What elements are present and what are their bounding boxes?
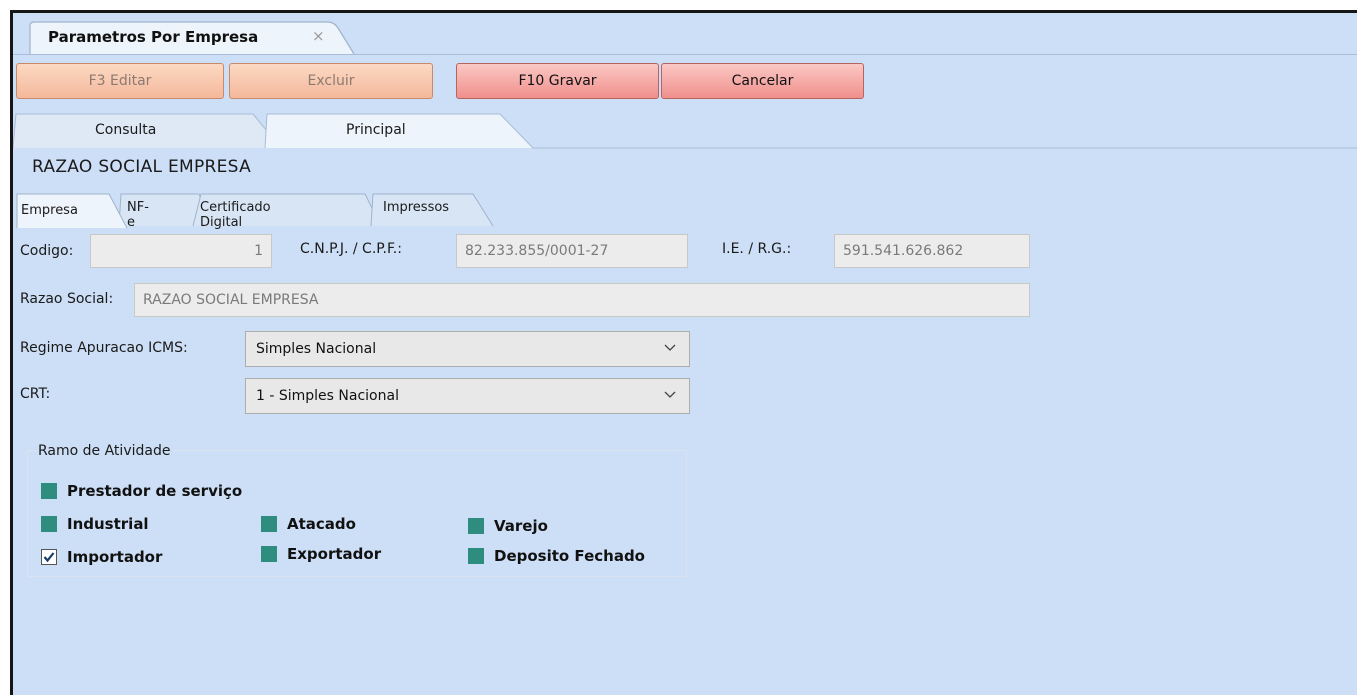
checkbox-label: Industrial <box>67 515 149 533</box>
delete-button[interactable]: Excluir <box>229 63 433 99</box>
toolbar-divider <box>13 54 1357 55</box>
cnpj-label: C.N.P.J. / C.P.F.: <box>300 241 402 257</box>
checkbox-box[interactable] <box>41 516 57 532</box>
chevron-down-icon <box>664 344 676 351</box>
ie-field[interactable]: 591.541.626.862 <box>834 234 1030 268</box>
checkbox-label: Deposito Fechado <box>494 547 645 565</box>
crt-select-value: 1 - Simples Nacional <box>256 388 399 404</box>
checkbox-label: Exportador <box>287 545 382 563</box>
checkbox-deposito-fechado[interactable]: Deposito Fechado <box>468 547 645 565</box>
page-title: RAZAO SOCIAL EMPRESA <box>32 157 252 177</box>
ie-label: I.E. / R.G.: <box>722 241 792 257</box>
document-tab-title: Parametros Por Empresa <box>48 28 259 46</box>
save-button[interactable]: F10 Gravar <box>456 63 659 99</box>
checkbox-label: Varejo <box>494 517 548 535</box>
checkbox-label: Importador <box>67 548 163 566</box>
codigo-field[interactable]: 1 <box>90 234 272 268</box>
razao-social-label: Razao Social: <box>20 291 114 307</box>
razao-social-field[interactable]: RAZAO SOCIAL EMPRESA <box>134 283 1030 317</box>
checkbox-varejo[interactable]: Varejo <box>468 517 548 535</box>
regime-select[interactable]: Simples Nacional <box>245 331 690 367</box>
checkbox-atacado[interactable]: Atacado <box>261 515 356 533</box>
close-icon[interactable]: × <box>312 27 325 45</box>
crt-label: CRT: <box>20 386 51 402</box>
subtab-empresa-label: Empresa <box>21 203 78 218</box>
crt-select[interactable]: 1 - Simples Nacional <box>245 378 690 414</box>
subtab-impressos-label: Impressos <box>383 200 450 215</box>
checkbox-box[interactable] <box>468 548 484 564</box>
checkbox-label: Prestador de serviço <box>67 482 243 500</box>
checkbox-box[interactable] <box>261 516 277 532</box>
regime-label: Regime Apuracao ICMS: <box>20 340 188 356</box>
checkbox-importador[interactable]: Importador <box>41 548 162 566</box>
checkbox-label: Atacado <box>287 515 356 533</box>
checkbox-industrial[interactable]: Industrial <box>41 515 149 533</box>
main-tabs-strip <box>13 113 1357 149</box>
document-tab[interactable]: Parametros Por Empresa × <box>28 20 358 55</box>
checkbox-prestador-servico[interactable]: Prestador de serviço <box>41 482 242 500</box>
ramo-atividade-title: Ramo de Atividade <box>36 443 173 459</box>
chevron-down-icon <box>664 391 676 398</box>
subtab-nfe-label: NF-e <box>127 200 149 230</box>
tab-principal-label: Principal <box>346 122 406 138</box>
checkbox-box[interactable] <box>41 483 57 499</box>
cancel-button[interactable]: Cancelar <box>661 63 864 99</box>
checkmark-icon <box>43 552 55 563</box>
checkbox-box[interactable] <box>41 549 57 565</box>
checkbox-box[interactable] <box>468 518 484 534</box>
edit-button[interactable]: F3 Editar <box>16 63 224 99</box>
tab-consulta-label: Consulta <box>95 122 157 138</box>
checkbox-exportador[interactable]: Exportador <box>261 545 381 563</box>
regime-select-value: Simples Nacional <box>256 341 377 357</box>
checkbox-box[interactable] <box>261 546 277 562</box>
subtab-certificado-label: Certificado Digital <box>200 200 271 230</box>
codigo-label: Codigo: <box>20 243 74 259</box>
cnpj-field[interactable]: 82.233.855/0001-27 <box>456 234 688 268</box>
